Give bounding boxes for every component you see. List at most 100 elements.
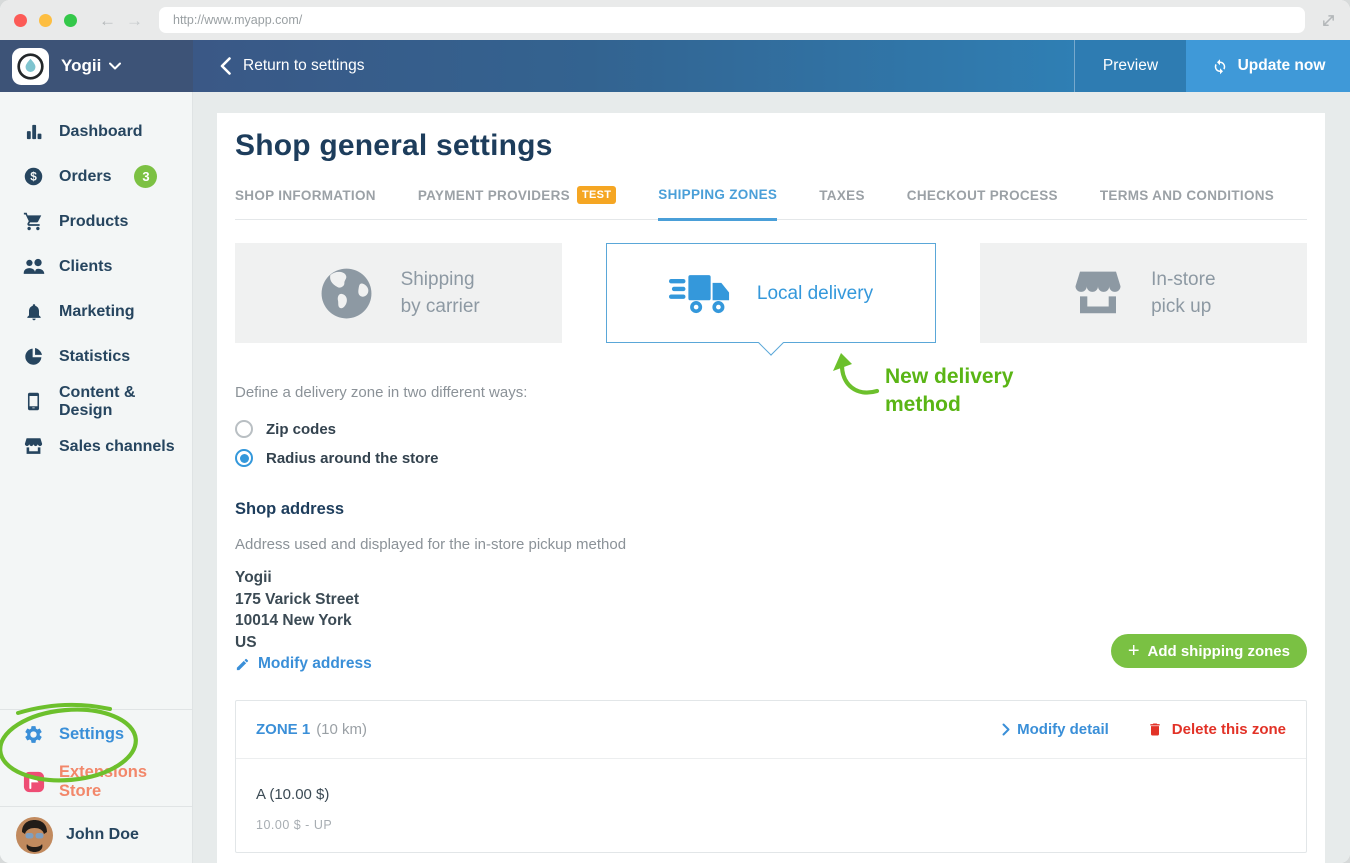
truck-icon xyxy=(669,272,731,315)
sidebar-item-extensions-store[interactable]: Extensions Store xyxy=(0,758,192,806)
sidebar-item-label: Marketing xyxy=(59,303,135,321)
tab-label: CHECKOUT PROCESS xyxy=(907,188,1058,203)
pencil-icon xyxy=(235,657,250,672)
orders-count-badge: 3 xyxy=(134,165,157,188)
shop-address-heading: Shop address xyxy=(235,500,1307,519)
shipping-zone-card: ZONE 1 (10 km) Modify detail Delete this… xyxy=(235,700,1307,853)
method-label: Local delivery xyxy=(757,280,873,307)
minimize-window-icon[interactable] xyxy=(39,14,52,27)
tab-checkout-process[interactable]: CHECKOUT PROCESS xyxy=(907,186,1058,219)
radio-label: Zip codes xyxy=(266,421,336,438)
sidebar-item-label: Content & Design xyxy=(59,384,192,420)
user-name: John Doe xyxy=(66,826,139,844)
sidebar: Dashboard $ Orders 3 Products xyxy=(0,92,193,863)
preview-button[interactable]: Preview xyxy=(1074,40,1186,92)
maximize-window-icon[interactable] xyxy=(64,14,77,27)
modify-address-label: Modify address xyxy=(258,655,372,673)
radio-label: Radius around the store xyxy=(266,450,439,467)
header-middle: Return to settings xyxy=(193,40,1074,92)
tab-label: PAYMENT PROVIDERS xyxy=(418,188,570,203)
browser-forward-icon[interactable]: → xyxy=(126,12,143,29)
dollar-circle-icon: $ xyxy=(22,166,45,187)
modify-detail-link[interactable]: Modify detail xyxy=(1002,721,1109,738)
expand-window-icon[interactable] xyxy=(1321,13,1336,28)
zone-header: ZONE 1 (10 km) Modify detail Delete this… xyxy=(236,701,1306,759)
sidebar-item-dashboard[interactable]: Dashboard xyxy=(0,109,192,154)
method-in-store-pick-up[interactable]: In-storepick up xyxy=(980,243,1307,343)
sidebar-item-label: Extensions Store xyxy=(59,763,192,801)
tab-label: TERMS AND CONDITIONS xyxy=(1100,188,1274,203)
sidebar-item-sales-channels[interactable]: Sales channels xyxy=(0,424,192,469)
modify-address-link[interactable]: Modify address xyxy=(235,655,372,673)
delete-zone-label: Delete this zone xyxy=(1172,721,1286,738)
tab-payment-providers[interactable]: PAYMENT PROVIDERS TEST xyxy=(418,186,616,219)
user-account[interactable]: John Doe xyxy=(0,807,192,863)
tab-label: SHOP INFORMATION xyxy=(235,188,376,203)
bell-icon xyxy=(22,302,45,322)
tab-label: SHIPPING ZONES xyxy=(658,187,777,202)
address-line: 10014 New York xyxy=(235,610,1307,632)
cart-icon xyxy=(22,211,45,232)
tab-label: TAXES xyxy=(819,188,865,203)
sidebar-item-clients[interactable]: Clients xyxy=(0,244,192,289)
sidebar-item-label: Statistics xyxy=(59,348,130,366)
sidebar-item-products[interactable]: Products xyxy=(0,199,192,244)
tab-taxes[interactable]: TAXES xyxy=(819,186,865,219)
return-to-settings-label: Return to settings xyxy=(243,57,364,75)
tab-shop-information[interactable]: SHOP INFORMATION xyxy=(235,186,376,219)
delete-zone-link[interactable]: Delete this zone xyxy=(1147,721,1286,738)
main-content: Shop general settings SHOP INFORMATION P… xyxy=(193,92,1350,863)
sidebar-item-orders[interactable]: $ Orders 3 xyxy=(0,154,192,199)
shop-address-description: Address used and displayed for the in-st… xyxy=(235,536,1307,553)
sidebar-item-label: Orders xyxy=(59,168,111,186)
tab-bar: SHOP INFORMATION PAYMENT PROVIDERS TEST … xyxy=(235,186,1307,220)
sidebar-item-label: Products xyxy=(59,213,128,231)
sidebar-item-label: Sales channels xyxy=(59,438,175,456)
add-shipping-zones-button[interactable]: + Add shipping zones xyxy=(1111,634,1307,668)
browser-back-icon[interactable]: ← xyxy=(99,12,116,29)
radio-circle-icon[interactable] xyxy=(235,449,253,467)
method-shipping-by-carrier[interactable]: Shippingby carrier xyxy=(235,243,562,343)
url-text: http://www.myapp.com/ xyxy=(173,13,302,27)
zone-name: ZONE 1 xyxy=(256,721,310,738)
refresh-icon xyxy=(1211,57,1229,75)
sidebar-item-label: Clients xyxy=(59,258,112,276)
chevron-right-icon xyxy=(1002,723,1010,736)
pie-chart-icon xyxy=(22,346,45,367)
delivery-methods: Shippingby carrier Local delivery xyxy=(235,243,1307,343)
chevron-left-icon xyxy=(220,57,231,75)
define-zone-text: Define a delivery zone in two different … xyxy=(235,384,1307,401)
svg-text:$: $ xyxy=(30,170,37,184)
browser-chrome: ← → http://www.myapp.com/ xyxy=(0,0,1350,40)
close-window-icon[interactable] xyxy=(14,14,27,27)
store-icon xyxy=(1071,268,1125,318)
radio-radius-around-store[interactable]: Radius around the store xyxy=(235,449,1307,467)
app-window: ← → http://www.myapp.com/ Yogii Return t… xyxy=(0,0,1350,863)
test-badge: TEST xyxy=(577,186,616,204)
avatar xyxy=(16,817,53,854)
trash-icon xyxy=(1147,721,1163,738)
method-local-delivery[interactable]: Local delivery xyxy=(606,243,935,343)
preview-label: Preview xyxy=(1103,57,1158,75)
sidebar-item-statistics[interactable]: Statistics xyxy=(0,334,192,379)
brand-menu[interactable]: Yogii xyxy=(0,40,193,92)
radio-circle-icon[interactable] xyxy=(235,420,253,438)
radio-zip-codes[interactable]: Zip codes xyxy=(235,420,1307,438)
url-bar[interactable]: http://www.myapp.com/ xyxy=(159,7,1305,33)
address-line: Yogii xyxy=(235,567,1307,589)
update-now-button[interactable]: Update now xyxy=(1186,40,1350,92)
zone-actions: Modify detail Delete this zone xyxy=(1002,721,1286,738)
tab-shipping-zones[interactable]: SHIPPING ZONES xyxy=(658,186,777,221)
return-to-settings-link[interactable]: Return to settings xyxy=(220,57,364,75)
sidebar-item-content-design[interactable]: Content & Design xyxy=(0,379,192,424)
plus-icon: + xyxy=(1128,641,1140,661)
method-label: In-storepick up xyxy=(1151,266,1215,320)
people-icon xyxy=(22,258,45,275)
sidebar-item-settings[interactable]: Settings xyxy=(0,710,192,758)
sidebar-item-marketing[interactable]: Marketing xyxy=(0,289,192,334)
brand-logo-icon xyxy=(12,48,49,85)
chevron-down-icon xyxy=(109,62,121,70)
tab-terms-and-conditions[interactable]: TERMS AND CONDITIONS xyxy=(1100,186,1274,219)
gear-icon xyxy=(22,724,45,745)
zone-rate-name: A (10.00 $) xyxy=(256,786,1286,803)
